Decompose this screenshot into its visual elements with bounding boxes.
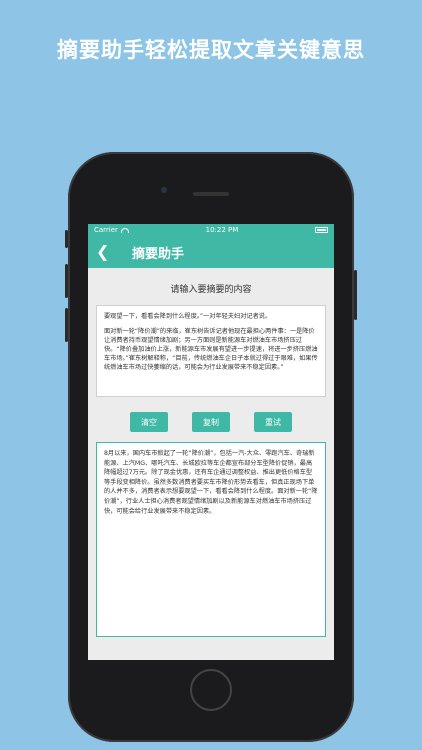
status-time: 10:22 PM [205,226,239,234]
input-paragraph: 面对新一轮“降价潮”的来临，崔东树告诉记者他现在最担心两件事：一是降价让消费者持… [104,328,318,371]
headline-part1: 摘要助手轻松提取文章 [57,38,277,62]
article-input[interactable]: 要观望一下，看看会降到什么程度。”一对年轻夫妇对记者说。 面对新一轮“降价潮”的… [96,305,326,397]
status-bar: Carrier 10:22 PM [88,224,334,236]
app-screen: Carrier 10:22 PM ❮ 摘要助手 请输入要摘要的内容 要观望一下，… [88,224,334,660]
action-buttons: 清空 复制 重试 [130,412,292,432]
summary-output[interactable]: 8月以来，国内车市掀起了一轮“降价潮”，包括一汽-大众、零跑汽车、奇瑞新能源、上… [96,442,326,637]
nav-bar: ❮ 摘要助手 [88,236,334,268]
wifi-icon [120,227,129,233]
front-camera [161,187,167,193]
retry-button[interactable]: 重试 [254,412,292,432]
volume-up-button [65,264,68,298]
mute-switch [65,230,68,248]
battery-icon [315,227,328,233]
power-button [354,270,357,320]
chevron-left-icon[interactable]: ❮ [96,244,118,260]
earpiece-speaker [193,192,229,196]
volume-down-button [65,308,68,342]
home-button[interactable] [190,669,232,711]
promo-headline: 摘要助手轻松提取文章关键意思 [0,34,422,64]
page-title: 摘要助手 [132,246,185,262]
copy-button[interactable]: 复制 [192,412,230,432]
headline-part2: 关键意思 [277,38,365,62]
phone-frame: Carrier 10:22 PM ❮ 摘要助手 请输入要摘要的内容 要观望一下，… [65,152,357,742]
clear-button[interactable]: 清空 [130,412,168,432]
input-paragraph: 要观望一下，看看会降到什么程度。”一对年轻夫妇对记者说。 [104,313,272,320]
input-prompt: 请输入要摘要的内容 [170,285,252,295]
carrier-label: Carrier [94,226,118,234]
